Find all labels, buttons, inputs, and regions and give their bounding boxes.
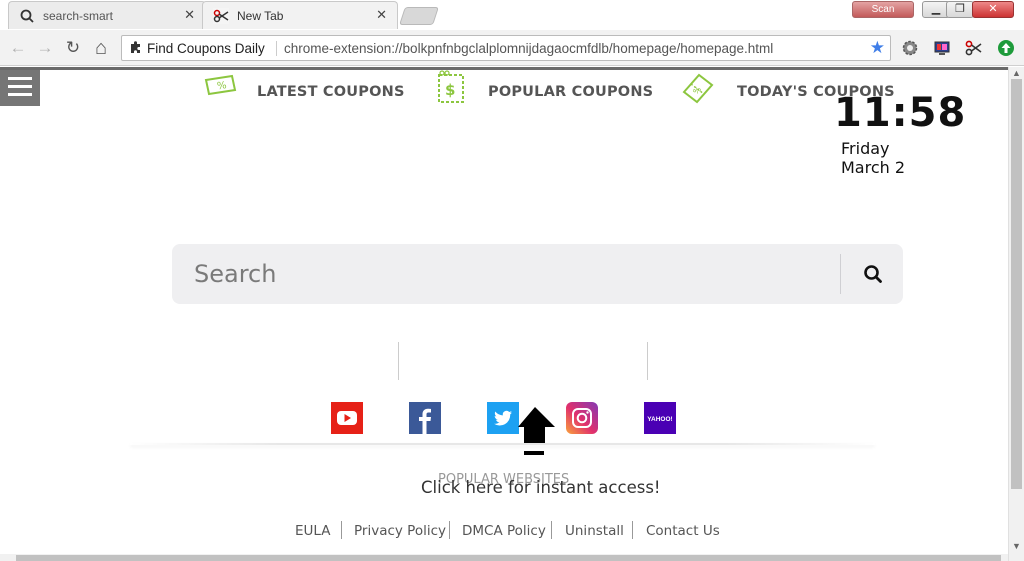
tab-new-tab[interactable]: New Tab ✕ xyxy=(202,1,398,29)
footer-divider xyxy=(449,521,450,539)
scissors-extension-icon[interactable] xyxy=(965,39,983,57)
section-divider xyxy=(130,443,875,445)
todays-coupons-link[interactable]: % TODAY'S COUPONS xyxy=(679,70,895,110)
footer-divider xyxy=(341,521,342,539)
tab-search-smart[interactable]: search-smart ✕ xyxy=(8,1,206,29)
tab-strip: search-smart ✕ New Tab ✕ Scan ▁ ❐ ✕ xyxy=(0,0,1024,30)
search-button[interactable] xyxy=(852,256,892,292)
monitor-extension-icon[interactable] xyxy=(933,39,951,57)
instant-access-link[interactable]: Click here for instant access! xyxy=(421,478,661,497)
search-icon xyxy=(20,9,34,23)
hamburger-menu-button[interactable] xyxy=(0,70,40,106)
tab-title: search-smart xyxy=(43,9,114,23)
svg-text:%: % xyxy=(216,80,227,92)
home-button[interactable]: ⌂ xyxy=(90,37,112,59)
yahoo-logo-text: YAHOO! xyxy=(647,416,672,423)
upload-extension-icon[interactable] xyxy=(997,39,1015,57)
footer-divider xyxy=(551,521,552,539)
scroll-up-icon[interactable]: ▲ xyxy=(1012,68,1021,78)
scrollbar-thumb[interactable] xyxy=(1011,79,1022,489)
magnifier-icon xyxy=(864,265,882,283)
back-button[interactable]: ← xyxy=(7,37,29,59)
youtube-icon[interactable] xyxy=(331,402,363,434)
puzzle-icon xyxy=(131,41,140,53)
maximize-button[interactable]: ❐ xyxy=(946,1,974,18)
url-text[interactable]: chrome-extension://bolkpnfnbgclalplomnij… xyxy=(284,41,773,56)
clock-day: Friday xyxy=(841,139,890,158)
search-box xyxy=(172,244,903,304)
dollar-coupon-icon: $ xyxy=(438,70,464,103)
tab-close-icon[interactable]: ✕ xyxy=(184,7,195,23)
facebook-icon[interactable] xyxy=(409,402,441,434)
upload-arrow-icon xyxy=(518,407,555,455)
browser-toolbar: ← → ↻ ⌂ Find Coupons Daily chrome-extens… xyxy=(0,30,1024,66)
instagram-icon[interactable] xyxy=(566,402,598,434)
footer-divider xyxy=(632,521,633,539)
scan-button[interactable]: Scan xyxy=(852,1,914,18)
bookmark-star-icon[interactable]: ★ xyxy=(870,38,885,58)
scroll-down-icon[interactable]: ▼ xyxy=(1012,541,1021,551)
percent-tag-icon: % xyxy=(204,74,237,96)
footer-link-dmca[interactable]: DMCA Policy xyxy=(462,523,546,539)
yahoo-icon[interactable]: YAHOO! xyxy=(644,402,676,434)
footer-links: EULA Privacy Policy DMCA Policy Uninstal… xyxy=(0,521,1008,541)
horizontal-scrollbar[interactable] xyxy=(0,554,1008,561)
address-bar[interactable]: Find Coupons Daily chrome-extension://bo… xyxy=(121,35,891,61)
coupon-label: LATEST COUPONS xyxy=(257,84,405,100)
footer-link-eula[interactable]: EULA xyxy=(295,523,330,539)
svg-text:%: % xyxy=(691,84,703,96)
coupon-divider xyxy=(398,342,399,380)
forward-button[interactable]: → xyxy=(34,37,56,59)
clock-date: March 2 xyxy=(841,158,906,177)
vertical-scrollbar[interactable]: ▲ ▼ xyxy=(1008,67,1024,561)
address-separator xyxy=(276,41,277,56)
menu-line-icon xyxy=(8,93,32,96)
close-window-button[interactable]: ✕ xyxy=(972,1,1014,18)
svg-text:$: $ xyxy=(445,81,455,99)
tab-title: New Tab xyxy=(237,9,284,23)
scan-label: Scan xyxy=(871,4,895,15)
search-separator xyxy=(840,254,841,294)
coupon-label: TODAY'S COUPONS xyxy=(737,84,895,100)
footer-link-contact[interactable]: Contact Us xyxy=(646,523,720,539)
coupon-divider xyxy=(647,342,648,380)
reload-button[interactable]: ↻ xyxy=(62,37,84,59)
homepage: 11:58 Friday March 2 % LATEST COUPONS $ … xyxy=(0,67,1008,554)
extension-name: Find Coupons Daily xyxy=(147,41,265,56)
settings-gear-icon[interactable] xyxy=(901,39,919,57)
popular-coupons-link[interactable]: $ POPULAR COUPONS xyxy=(432,70,653,110)
menu-line-icon xyxy=(8,85,32,88)
scissors-icon xyxy=(213,8,229,24)
coupon-label: POPULAR COUPONS xyxy=(488,84,654,100)
tab-close-icon[interactable]: ✕ xyxy=(376,7,387,23)
twitter-icon[interactable] xyxy=(487,402,519,434)
footer-link-uninstall[interactable]: Uninstall xyxy=(565,523,624,539)
scrollbar-thumb[interactable] xyxy=(16,555,1001,561)
menu-line-icon xyxy=(8,77,32,80)
ticket-icon: % xyxy=(682,73,714,104)
new-tab-button[interactable] xyxy=(399,7,439,25)
search-input[interactable] xyxy=(194,256,814,292)
footer-link-privacy[interactable]: Privacy Policy xyxy=(354,523,446,539)
latest-coupons-link[interactable]: % LATEST COUPONS xyxy=(200,70,404,110)
